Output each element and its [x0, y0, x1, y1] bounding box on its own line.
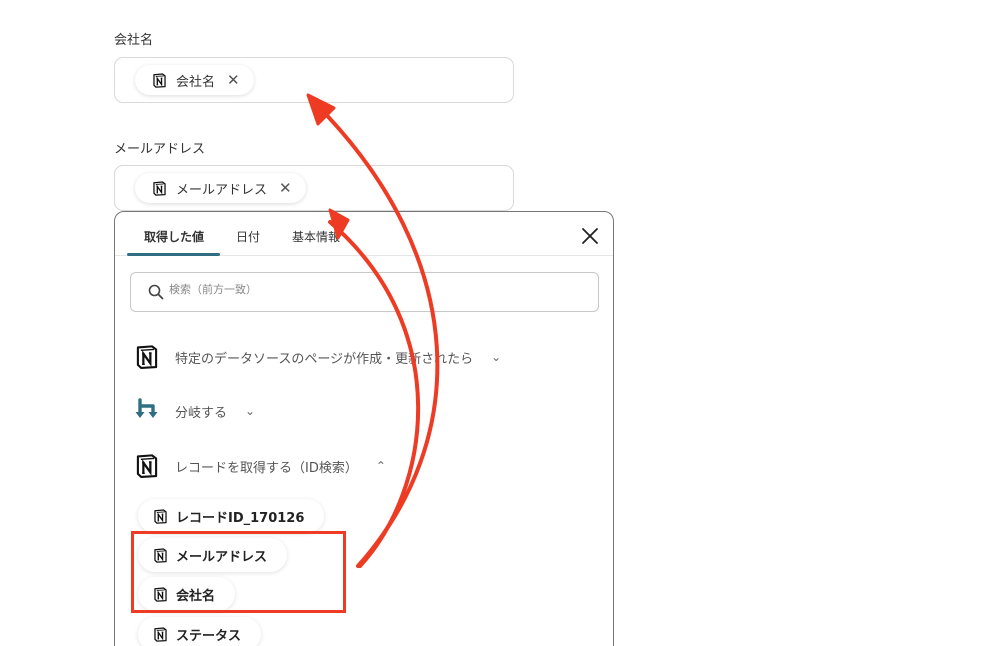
annotation-highlight-box	[131, 531, 346, 613]
tab-date[interactable]: 日付	[236, 228, 260, 245]
chevron-up-icon[interactable]: ⌃	[376, 459, 386, 473]
active-tab-indicator	[127, 253, 220, 256]
search-box[interactable]	[130, 272, 599, 312]
section-label: 分岐する	[175, 405, 228, 421]
list-item-status[interactable]: ステータス	[138, 617, 262, 646]
tab-acquired-values[interactable]: 取得した値	[144, 228, 204, 245]
remove-chip-icon[interactable]: ✕	[227, 72, 240, 88]
item-label: レコードID_170126	[176, 510, 305, 526]
section-label: 特定のデータソースのページが作成・更新されたら	[175, 351, 474, 367]
company-name-chip[interactable]: 会社名 ✕	[135, 65, 254, 95]
chevron-down-icon[interactable]: ⌄	[491, 350, 501, 364]
notion-icon	[151, 72, 168, 89]
branch-icon	[135, 398, 158, 418]
company-name-field[interactable]: 会社名 ✕	[114, 57, 514, 103]
notion-icon	[152, 626, 169, 643]
notion-icon	[151, 180, 168, 197]
section-branch[interactable]: 分岐する ⌄	[133, 396, 255, 426]
section-label: レコードを取得する（ID検索）	[175, 460, 358, 476]
email-chip[interactable]: メールアドレス ✕	[135, 173, 306, 203]
remove-chip-icon[interactable]: ✕	[279, 180, 292, 196]
notion-icon	[152, 508, 169, 525]
notion-icon	[133, 452, 161, 480]
close-icon[interactable]	[579, 225, 601, 247]
item-label: ステータス	[176, 628, 242, 644]
search-icon	[148, 284, 164, 300]
chip-label: メールアドレス	[176, 182, 268, 198]
section-get-record[interactable]: レコードを取得する（ID検索） ⌃	[133, 451, 386, 481]
email-field[interactable]: メールアドレス ✕	[114, 165, 514, 211]
tab-basic-info[interactable]: 基本情報	[292, 228, 340, 245]
search-input[interactable]	[169, 283, 569, 296]
chevron-down-icon[interactable]: ⌄	[245, 404, 255, 418]
chip-label: 会社名	[176, 74, 216, 90]
notion-icon	[133, 343, 161, 371]
tab-bar: 取得した値 日付 基本情報	[115, 212, 613, 256]
list-item-record-id[interactable]: レコードID_170126	[138, 499, 325, 533]
company-name-label: 会社名	[114, 33, 154, 48]
section-datasource-trigger[interactable]: 特定のデータソースのページが作成・更新されたら ⌄	[133, 342, 501, 372]
email-label: メールアドレス	[114, 142, 206, 157]
